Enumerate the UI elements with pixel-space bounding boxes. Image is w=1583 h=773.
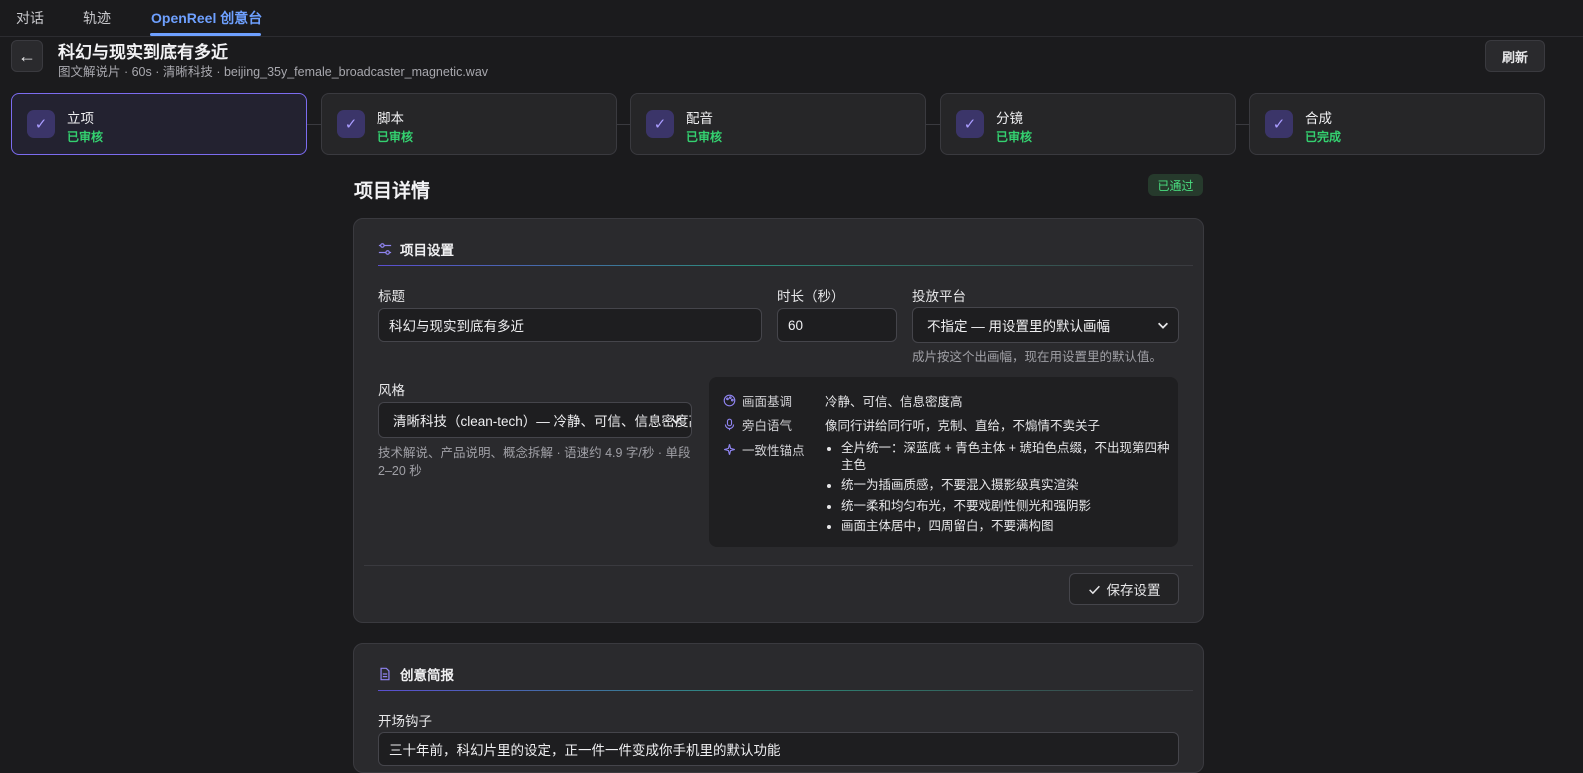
- title-input[interactable]: 科幻与现实到底有多近: [378, 308, 762, 342]
- platform-selected-value: 不指定 — 用设置里的默认画幅: [927, 319, 1111, 334]
- voice-value: 像同行讲给同行听，克制、直给，不煽情不卖关子: [825, 419, 1101, 433]
- hook-label: 开场钩子: [378, 714, 432, 729]
- active-tab-indicator: [150, 33, 261, 36]
- step-voiceover[interactable]: ✓ 配音 已审核: [630, 93, 926, 155]
- card-divider: [378, 690, 1193, 691]
- platform-label: 投放平台: [912, 289, 966, 304]
- document-icon: [380, 667, 390, 681]
- chevron-down-icon: [1158, 322, 1168, 329]
- footer-divider: [364, 565, 1193, 566]
- save-settings-button[interactable]: 保存设置: [1069, 573, 1179, 605]
- title-label: 标题: [378, 289, 405, 304]
- platform-select[interactable]: 不指定 — 用设置里的默认画幅: [912, 307, 1179, 343]
- card-header: 项目设置: [378, 239, 454, 259]
- top-navigation: 对话 轨迹 OpenReel 创意台: [0, 0, 1583, 37]
- step-status: 已审核: [686, 130, 723, 144]
- anchor-row-label: 一致性锚点: [723, 440, 805, 459]
- voice-row-label: 旁白语气: [723, 415, 792, 434]
- platform-hint: 成片按这个出画幅，现在用设置里的默认值。: [912, 350, 1163, 364]
- back-button[interactable]: ←: [11, 40, 43, 72]
- check-icon: ✓: [646, 110, 674, 138]
- anchor-list: 全片统一：深蓝底 + 青色主体 + 琥珀色点缀，不出现第四种主色 统一为插画质感…: [825, 440, 1181, 539]
- section-title: 项目详情: [354, 181, 431, 202]
- page-subtitle: 图文解说片 · 60s · 清晰科技 · beijing_35y_female_…: [58, 65, 489, 79]
- check-icon: ✓: [337, 110, 365, 138]
- check-icon: ✓: [956, 110, 984, 138]
- check-icon: [1088, 585, 1100, 594]
- step-initiation[interactable]: ✓ 立项 已审核: [11, 93, 307, 155]
- card-title: 创意简报: [400, 668, 454, 683]
- step-name: 合成: [1305, 111, 1332, 126]
- card-header: 创意简报: [378, 664, 454, 684]
- list-item: 统一为插画质感，不要混入摄影级真实渲染: [841, 477, 1181, 494]
- check-icon: ✓: [27, 110, 55, 138]
- tab-chat[interactable]: 对话: [16, 8, 44, 28]
- style-detail-panel: 画面基调 冷静、可信、信息密度高 旁白语气 像同行讲给同行听，克制、直给，不煽情…: [709, 377, 1178, 547]
- microphone-icon: [724, 418, 735, 431]
- style-label: 风格: [378, 383, 405, 398]
- step-compose[interactable]: ✓ 合成 已完成: [1249, 93, 1545, 155]
- chevron-down-icon: [671, 417, 681, 424]
- card-title: 项目设置: [400, 243, 454, 258]
- page-title: 科幻与现实到底有多近: [58, 43, 228, 62]
- style-hint: 技术解说、产品说明、概念拆解 · 语速约 4.9 字/秒 · 单段 2–20 秒: [378, 446, 691, 478]
- list-item: 全片统一：深蓝底 + 青色主体 + 琥珀色点缀，不出现第四种主色: [841, 440, 1181, 473]
- step-status: 已审核: [996, 130, 1033, 144]
- palette-icon: [723, 394, 736, 407]
- duration-input[interactable]: 60: [777, 308, 897, 342]
- step-status: 已完成: [1305, 130, 1342, 144]
- tone-value: 冷静、可信、信息密度高: [825, 395, 963, 409]
- step-status: 已审核: [377, 130, 414, 144]
- step-name: 配音: [686, 111, 713, 126]
- style-select[interactable]: 清晰科技（clean-tech）— 冷静、可信、信息密度高: [378, 402, 692, 438]
- sliders-icon: [378, 243, 392, 255]
- style-selected-value: 清晰科技（clean-tech）— 冷静、可信、信息密度高: [393, 414, 692, 429]
- tab-trajectory[interactable]: 轨迹: [83, 8, 111, 28]
- duration-label: 时长（秒）: [777, 289, 845, 304]
- step-script[interactable]: ✓ 脚本 已审核: [321, 93, 617, 155]
- tone-row-label: 画面基调: [723, 391, 792, 410]
- hook-input[interactable]: 三十年前，科幻片里的设定，正一件一件变成你手机里的默认功能: [378, 732, 1179, 766]
- tab-openreel[interactable]: OpenReel 创意台: [151, 8, 262, 28]
- project-settings-card: 项目设置 标题 科幻与现实到底有多近 时长（秒） 60 投放平台 不指定 — 用…: [353, 218, 1204, 623]
- step-status: 已审核: [67, 130, 104, 144]
- step-name: 立项: [67, 111, 94, 126]
- step-storyboard[interactable]: ✓ 分镜 已审核: [940, 93, 1236, 155]
- list-item: 画面主体居中，四周留白，不要满构图: [841, 518, 1181, 535]
- check-icon: ✓: [1265, 110, 1293, 138]
- list-item: 统一柔和均匀布光，不要戏剧性侧光和强阴影: [841, 498, 1181, 515]
- step-name: 脚本: [377, 111, 404, 126]
- step-name: 分镜: [996, 111, 1023, 126]
- sparkle-icon: [724, 444, 735, 455]
- status-badge: 已通过: [1148, 174, 1203, 196]
- refresh-button[interactable]: 刷新: [1485, 40, 1545, 72]
- arrow-left-icon: ←: [18, 45, 36, 66]
- card-divider: [378, 265, 1193, 266]
